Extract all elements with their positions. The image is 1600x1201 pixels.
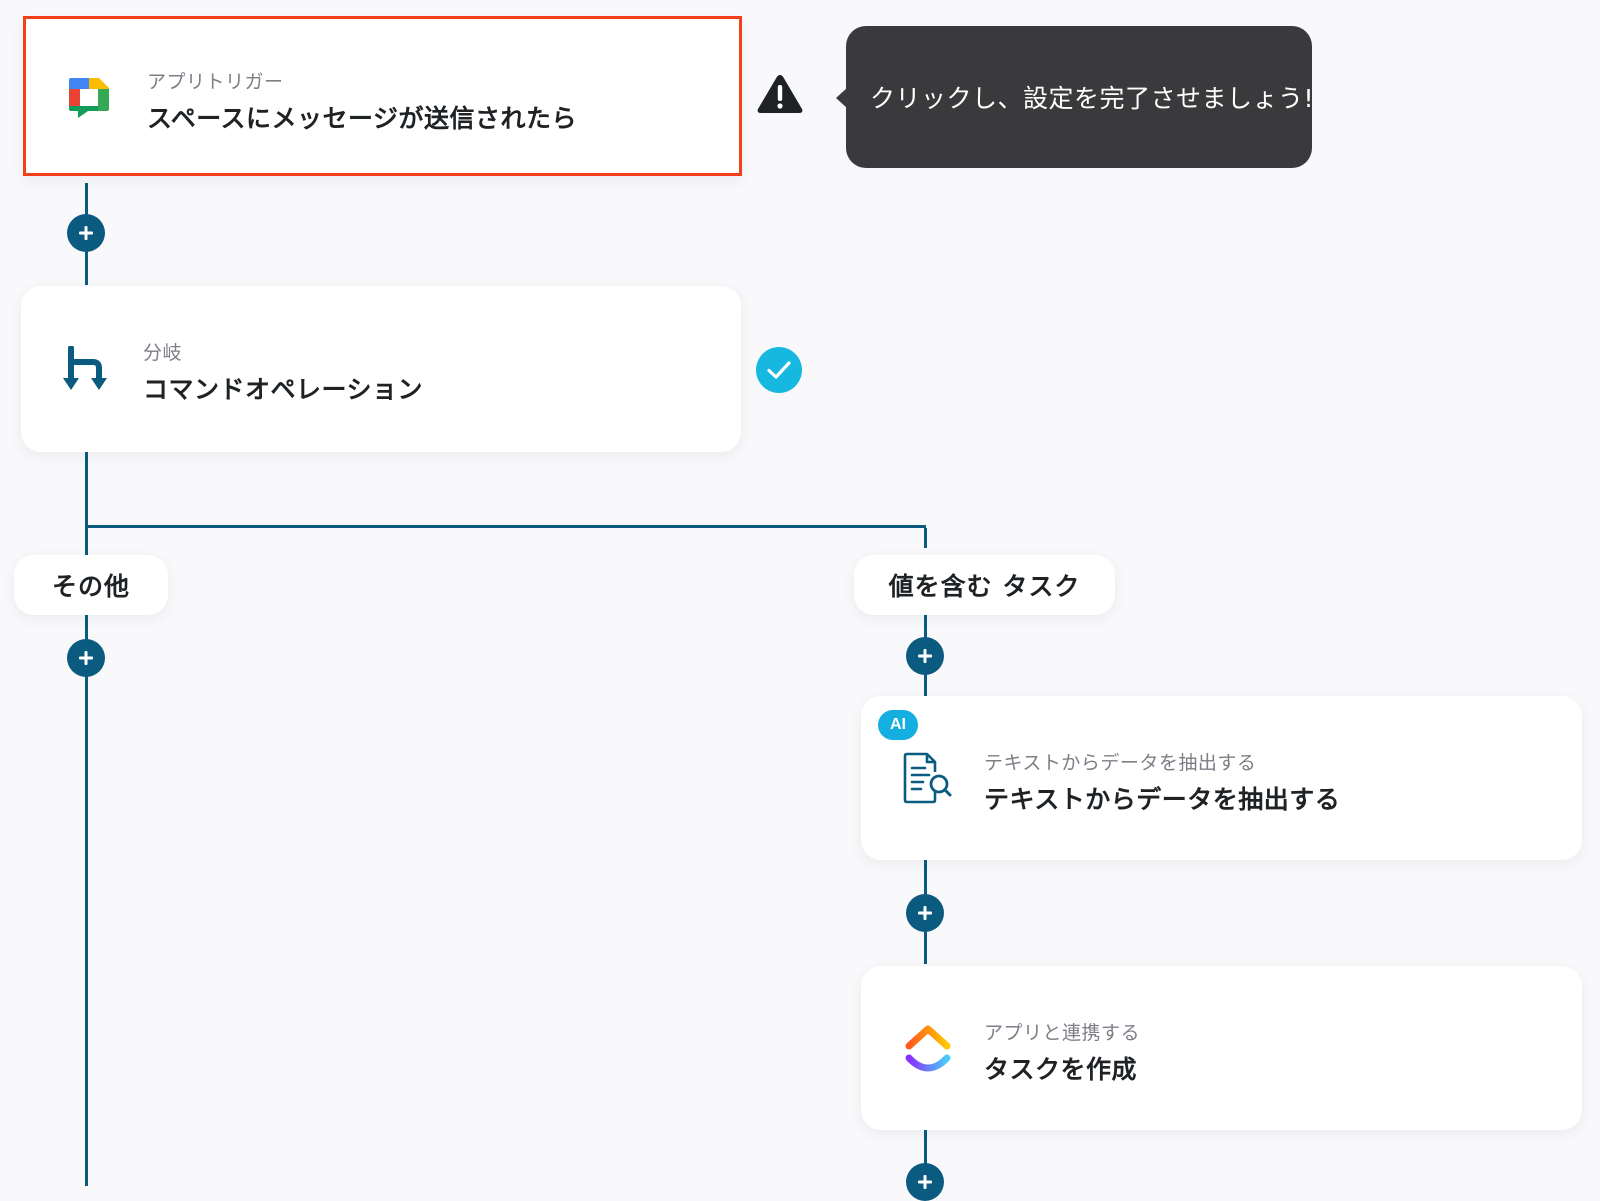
connector-line bbox=[924, 528, 927, 548]
step-type-label: アプリトリガー bbox=[147, 71, 284, 93]
step-type-label: テキストからデータを抽出する bbox=[984, 752, 1257, 774]
step-type-label: 分岐 bbox=[143, 342, 183, 364]
step-title: スペースにメッセージが送信されたら bbox=[147, 104, 578, 133]
plus-icon bbox=[918, 649, 932, 663]
branch-step-card[interactable]: 分岐 コマンドオペレーション bbox=[21, 286, 741, 452]
trigger-step-card[interactable]: アプリトリガー スペースにメッセージが送信されたら bbox=[23, 16, 742, 176]
create-task-step-card[interactable]: アプリと連携する タスクを作成 bbox=[861, 966, 1582, 1130]
google-chat-icon bbox=[66, 75, 112, 121]
ai-extract-step-card[interactable]: テキストからデータを抽出する テキストからデータを抽出する bbox=[861, 696, 1582, 860]
warning-icon[interactable] bbox=[756, 72, 804, 116]
check-circle-icon bbox=[756, 347, 802, 393]
tooltip-arrow bbox=[836, 88, 847, 108]
plus-icon bbox=[79, 226, 93, 240]
step-title: コマンドオペレーション bbox=[143, 375, 424, 404]
plus-icon bbox=[918, 906, 932, 920]
add-step-button[interactable] bbox=[906, 637, 944, 675]
branch-icon bbox=[63, 346, 111, 396]
step-type-label: アプリと連携する bbox=[984, 1022, 1141, 1044]
branch-connector-horizontal bbox=[85, 525, 926, 528]
branch-label-contains-task[interactable]: 値を含む タスク bbox=[854, 555, 1115, 615]
plus-icon bbox=[918, 1175, 932, 1189]
add-step-button[interactable] bbox=[906, 1163, 944, 1201]
add-step-button[interactable] bbox=[67, 639, 105, 677]
add-step-button[interactable] bbox=[906, 894, 944, 932]
tooltip-text: クリックし、設定を完了させましょう! bbox=[870, 84, 1315, 113]
plus-icon bbox=[79, 651, 93, 665]
branch-label-other[interactable]: その他 bbox=[14, 555, 168, 615]
step-title: テキストからデータを抽出する bbox=[984, 785, 1341, 814]
clickup-icon bbox=[903, 1020, 953, 1076]
step-title: タスクを作成 bbox=[984, 1055, 1138, 1084]
add-step-button[interactable] bbox=[67, 214, 105, 252]
document-search-icon bbox=[901, 750, 953, 806]
ai-badge: AI bbox=[878, 710, 918, 740]
setup-hint-tooltip: クリックし、設定を完了させましょう! bbox=[836, 26, 1315, 168]
